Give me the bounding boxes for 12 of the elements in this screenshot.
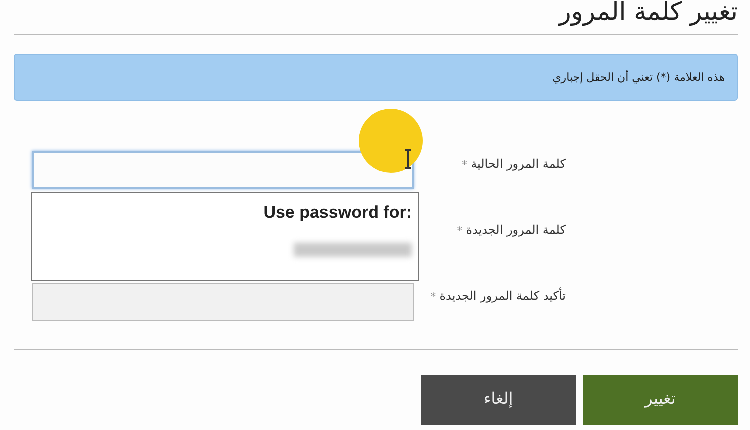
field-label: كلمة المرور الجديدة * — [457, 223, 566, 237]
change-button[interactable]: تغيير — [583, 375, 738, 425]
notice-banner: هذه العلامة (*) تعني أن الحقل إجباري — [14, 54, 738, 101]
field-label: كلمة المرور الحالية * — [462, 157, 566, 171]
autofill-heading: Use password for: — [264, 203, 412, 223]
field-label: تأكيد كلمة المرور الجديدة * — [430, 289, 566, 303]
cursor-highlight-icon — [359, 109, 423, 173]
page-title: تغيير كلمة المرور — [557, 0, 738, 28]
cancel-button[interactable]: إلغاء — [421, 375, 576, 425]
autofill-dropdown[interactable]: Use password for: — [31, 192, 419, 281]
password-field[interactable] — [32, 283, 414, 321]
password-field[interactable] — [32, 151, 414, 189]
